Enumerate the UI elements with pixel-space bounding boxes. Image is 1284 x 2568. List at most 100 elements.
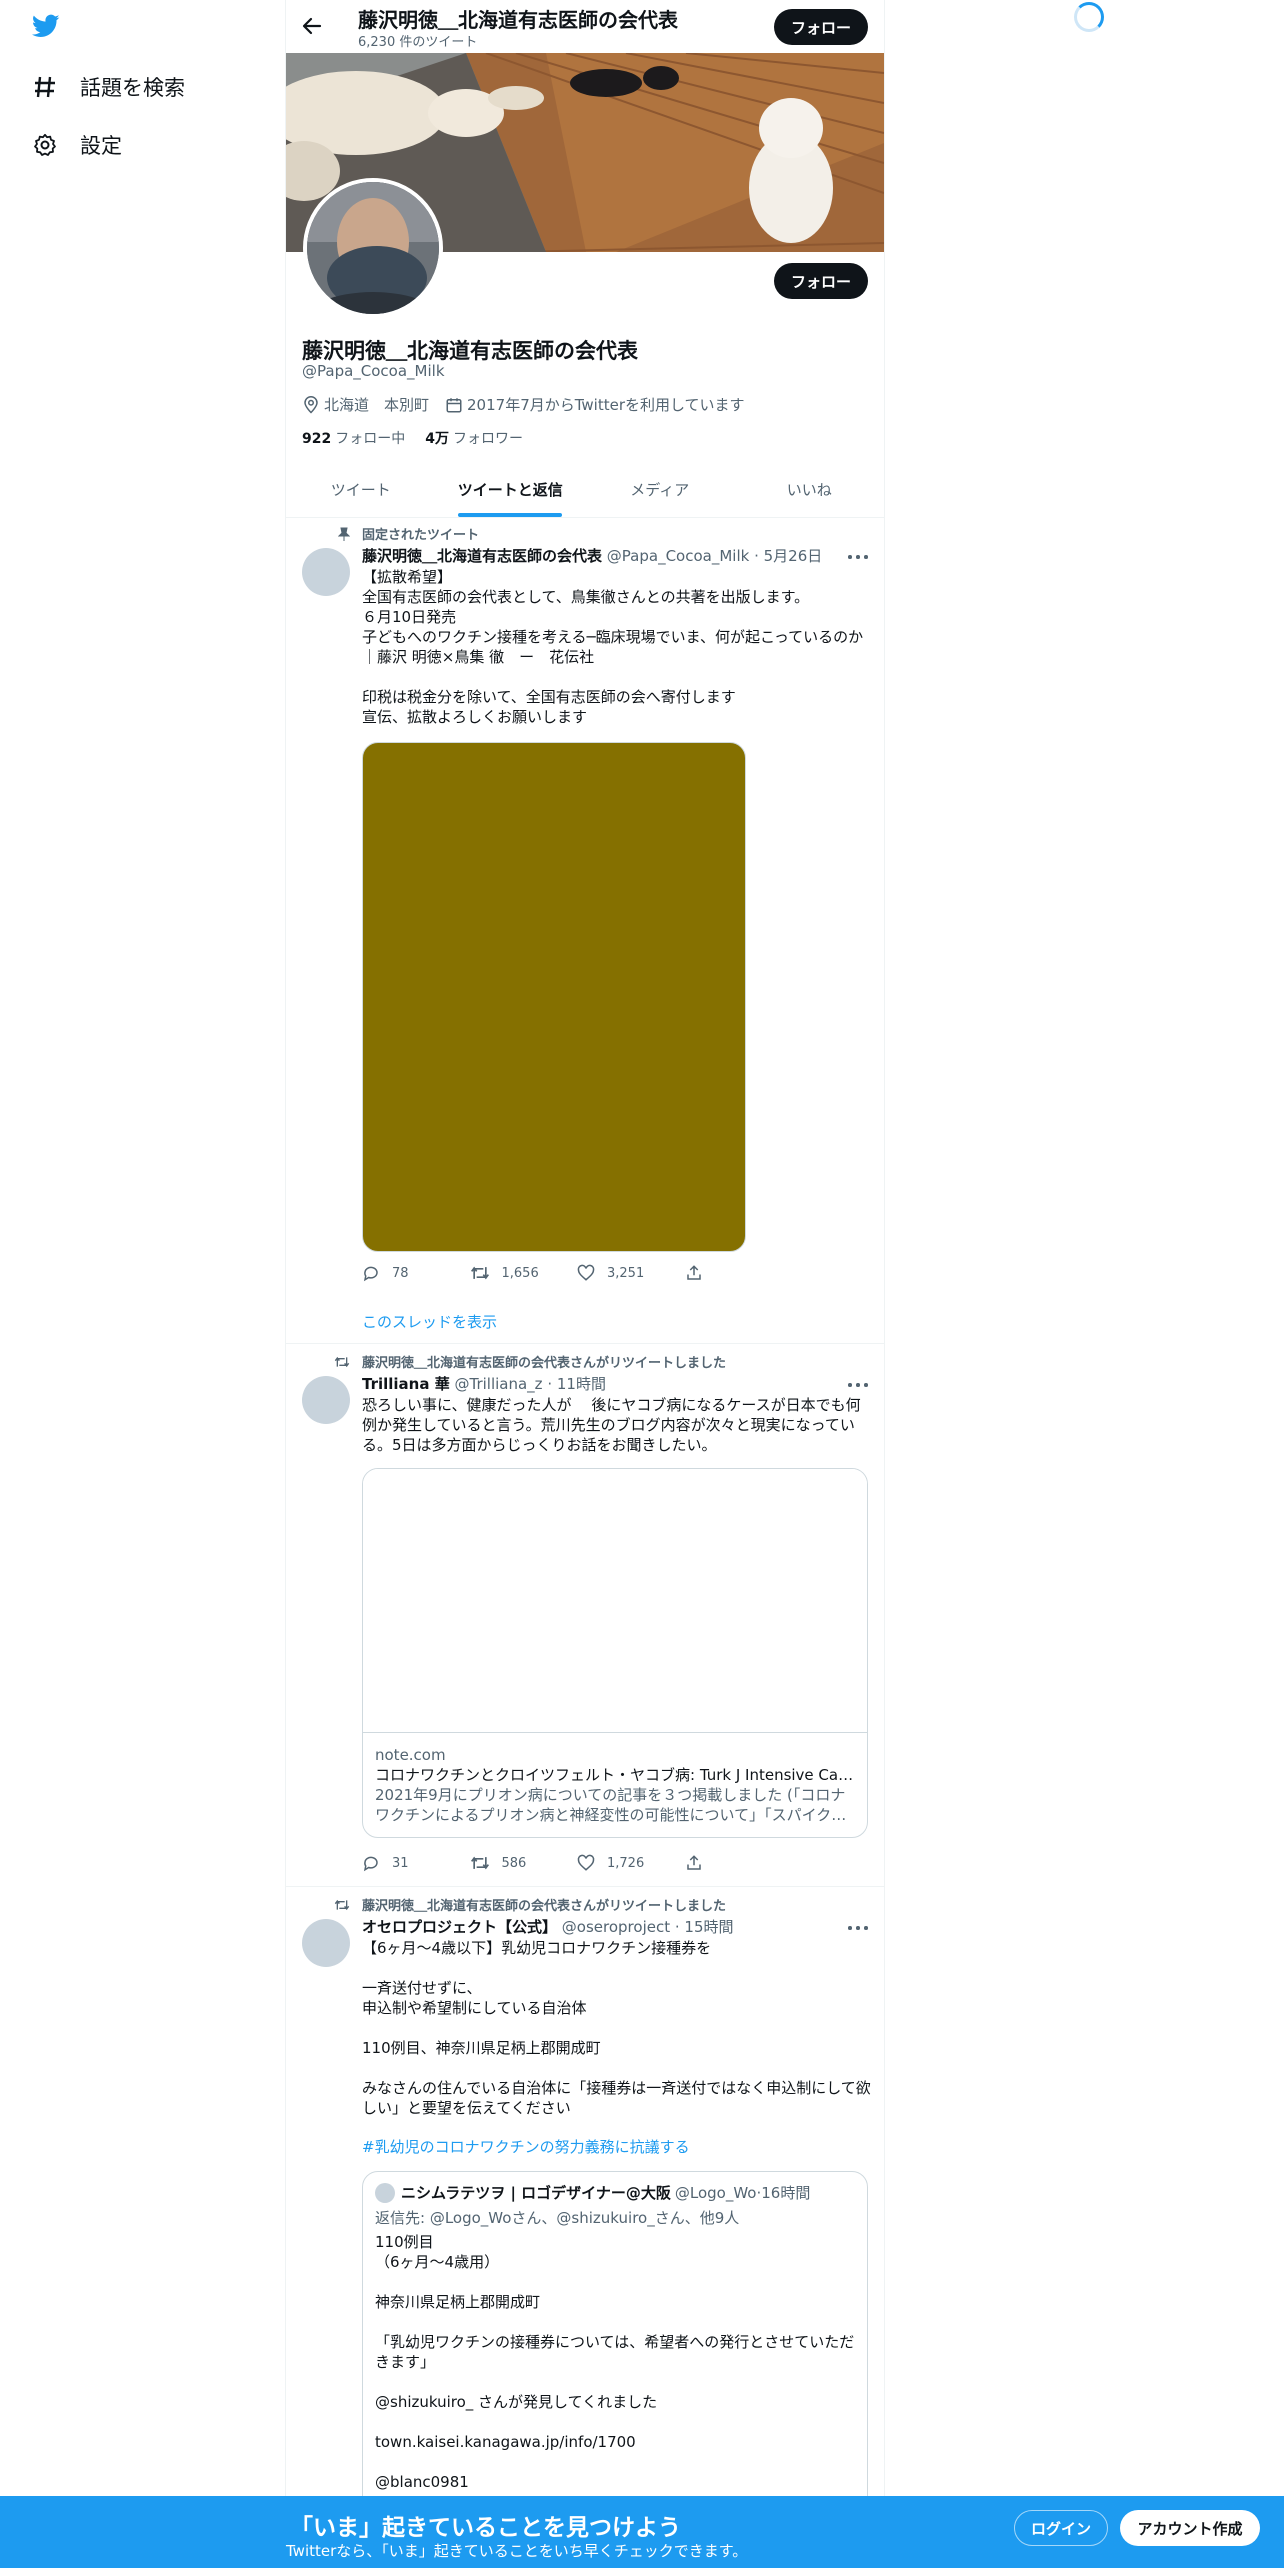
share-button[interactable] (685, 1854, 793, 1872)
quote-header: ニシムラテツヲ | ロゴデザイナー@大阪 @Logo_Wo · 16時間 (375, 2182, 855, 2203)
tweet-retweeted-1[interactable]: 藤沢明徳＿北海道有志医師の会代表さんがリツイートしました Trilliana 華… (286, 1344, 884, 1887)
share-icon (686, 1265, 701, 1280)
pin-icon (330, 527, 350, 541)
nav-settings[interactable]: 設定 (32, 125, 122, 165)
hashtag-icon (32, 74, 58, 100)
tweet-handle[interactable]: @oseroproject (562, 1918, 670, 1936)
tweet-pinned[interactable]: 固定されたツイート 藤沢明徳＿北海道有志医師の会代表 @Papa_Cocoa_M… (286, 518, 884, 1344)
profile-tabs: ツイート ツイートと返信 メディア いいね (286, 462, 884, 518)
tweet-avatar[interactable] (302, 548, 350, 596)
link-card[interactable]: note.com コロナワクチンとクロイツフェルト・ヤコブ病: Turk J I… (362, 1468, 868, 1838)
link-card-image (363, 1469, 867, 1733)
profile-stats: 922 フォロー中 4万 フォロワー (302, 428, 543, 448)
retweet-button[interactable]: 1,656 (470, 1264, 578, 1282)
followers-link[interactable]: 4万 フォロワー (425, 428, 523, 448)
retweet-button[interactable]: 586 (470, 1854, 578, 1872)
tweet-author[interactable]: Trilliana 華 (362, 1375, 450, 1393)
tweet-header: Trilliana 華 @Trilliana_z · 11時間 (362, 1375, 606, 1393)
quote-text: 110例目 （6ヶ月〜4歳用） 神奈川県足柄上郡開成町 「乳幼児ワクチンの接種券… (375, 2233, 855, 2491)
profile-handle: @Papa_Cocoa_Milk (302, 362, 445, 380)
tab-tweets-replies[interactable]: ツイートと返信 (436, 462, 586, 517)
reply-button[interactable]: 31 (362, 1854, 470, 1872)
nav-explore[interactable]: 話題を検索 (32, 67, 185, 107)
calendar-icon (446, 397, 462, 412)
header-follow-button[interactable]: フォロー (774, 9, 868, 45)
nav-settings-label: 設定 (80, 134, 122, 158)
more-options-icon[interactable] (848, 555, 868, 559)
gear-icon (32, 132, 58, 158)
tweet-retweeted-2[interactable]: 藤沢明徳＿北海道有志医師の会代表さんがリツイートしました オセロプロジェクト【公… (286, 1887, 884, 2568)
quote-time: 16時間 (761, 2184, 811, 2202)
retweet-context: 藤沢明徳＿北海道有志医師の会代表さんがリツイートしました (334, 1352, 726, 1371)
signup-banner-subtitle: Twitterなら、「いま」起きていることをいち早くチェックできます。 (286, 2542, 748, 2560)
header-name: 藤沢明徳＿北海道有志医師の会代表 (358, 8, 678, 32)
tweet-header: オセロプロジェクト【公式】 @oseroproject · 15時間 (362, 1918, 734, 1936)
following-link[interactable]: 922 フォロー中 (302, 428, 405, 448)
retweet-icon (470, 1266, 489, 1280)
back-arrow-icon[interactable] (300, 14, 324, 38)
quote-author: ニシムラテツヲ | ロゴデザイナー@大阪 (401, 2184, 671, 2202)
tweet-time[interactable]: 5月26日 (764, 547, 823, 565)
tweet-author[interactable]: 藤沢明徳＿北海道有志医師の会代表 (362, 547, 602, 565)
twitter-logo-icon[interactable] (30, 12, 66, 44)
signup-button[interactable]: アカウント作成 (1120, 2510, 1260, 2546)
like-button[interactable]: 1,726 (577, 1854, 685, 1872)
loading-spinner-icon (1074, 2, 1104, 32)
tab-likes[interactable]: いいね (735, 462, 885, 517)
tweet-handle[interactable]: @Papa_Cocoa_Milk (607, 547, 750, 565)
tweet-media[interactable] (362, 742, 746, 1252)
show-thread-link[interactable]: このスレッドを表示 (362, 1311, 497, 1332)
quote-reply-to: 返信先: @Logo_Woさん、@shizukuiro_さん、他9人 (375, 2209, 740, 2227)
link-card-description: 2021年9月にプリオン病についての記事を３つ掲載しました (「コロナワクチンに… (375, 1786, 847, 1824)
more-options-icon[interactable] (848, 1383, 868, 1387)
login-button[interactable]: ログイン (1014, 2510, 1108, 2546)
like-button[interactable]: 3,251 (577, 1264, 685, 1282)
tweet-handle[interactable]: @Trilliana_z (454, 1375, 542, 1393)
tweet-actions: 31 586 1,726 (362, 1854, 792, 1872)
heart-icon (577, 1854, 595, 1871)
quote-handle: @Logo_Wo (674, 2183, 757, 2202)
tweet-text: 【拡散希望】 全国有志医師の会代表として、鳥集徹さんとの共著を出版します。 ６月… (362, 568, 864, 726)
heart-icon (577, 1264, 595, 1281)
tweet-avatar[interactable] (302, 1376, 350, 1424)
reply-icon (363, 1856, 378, 1872)
profile-meta: 北海道 本別町 2017年7月からTwitterを利用しています (302, 394, 761, 415)
profile-avatar[interactable] (303, 178, 443, 318)
tweet-time[interactable]: 15時間 (684, 1918, 733, 1936)
share-icon (686, 1855, 701, 1870)
share-button[interactable] (685, 1264, 793, 1282)
profile-follow-button[interactable]: フォロー (774, 263, 868, 299)
profile-joined: 2017年7月からTwitterを利用しています (445, 394, 745, 415)
retweet-icon (470, 1856, 489, 1870)
more-options-icon[interactable] (848, 1926, 868, 1930)
tweet-text: 【6ヶ月～4歳以下】乳幼児コロナワクチン接種券を 一斉送付せずに、 申込制や希望… (362, 1939, 871, 2117)
tweet-header: 藤沢明徳＿北海道有志医師の会代表 @Papa_Cocoa_Milk · 5月26… (362, 547, 823, 565)
main-column: 藤沢明徳＿北海道有志医師の会代表 6,230 件のツイート フォロー フォロー … (285, 0, 885, 2568)
signup-banner: 「いま」起きていることを見つけよう Twitterなら、「いま」起きていることを… (0, 2496, 1284, 2568)
reply-button[interactable]: 78 (362, 1264, 470, 1282)
quote-avatar (375, 2182, 395, 2203)
profile-location-text: 北海道 本別町 (324, 396, 430, 414)
signup-banner-title: 「いま」起きていることを見つけよう (290, 2515, 681, 2541)
retweet-context-icon (330, 1355, 350, 1369)
header-tweet-count: 6,230 件のツイート (358, 35, 478, 50)
profile-joined-text: 2017年7月からTwitterを利用しています (467, 396, 745, 414)
location-pin-icon (304, 395, 318, 414)
pinned-context: 固定されたツイート (338, 524, 479, 543)
profile-name: 藤沢明徳＿北海道有志医師の会代表 (302, 339, 638, 363)
tab-tweets[interactable]: ツイート (286, 462, 436, 517)
profile-location: 北海道 本別町 (302, 394, 429, 415)
link-card-domain: note.com (375, 1746, 446, 1764)
retweet-context: 藤沢明徳＿北海道有志医師の会代表さんがリツイートしました (334, 1895, 726, 1914)
tweet-author[interactable]: オセロプロジェクト【公式】 (362, 1918, 557, 1936)
profile-header: 藤沢明徳＿北海道有志医師の会代表 6,230 件のツイート フォロー (286, 0, 884, 52)
nav-explore-label: 話題を検索 (80, 76, 185, 100)
tweet-avatar[interactable] (302, 1919, 350, 1967)
tweet-time[interactable]: 11時間 (557, 1375, 606, 1393)
retweet-context-icon (330, 1898, 350, 1912)
tweet-hashtag[interactable]: #乳幼児のコロナワクチンの努力義務に抗議する (362, 2136, 690, 2157)
tweet-text: 恐ろしい事に、健康だった人が 後にヤコブ病になるケースが日本でも何例か発生してい… (362, 1396, 861, 1454)
link-card-title: コロナワクチンとクロイツフェルト・ヤコブ病: Turk J Intensive … (375, 1766, 855, 1784)
tweet-actions: 78 1,656 3,251 (362, 1264, 792, 1282)
tab-media[interactable]: メディア (585, 462, 735, 517)
